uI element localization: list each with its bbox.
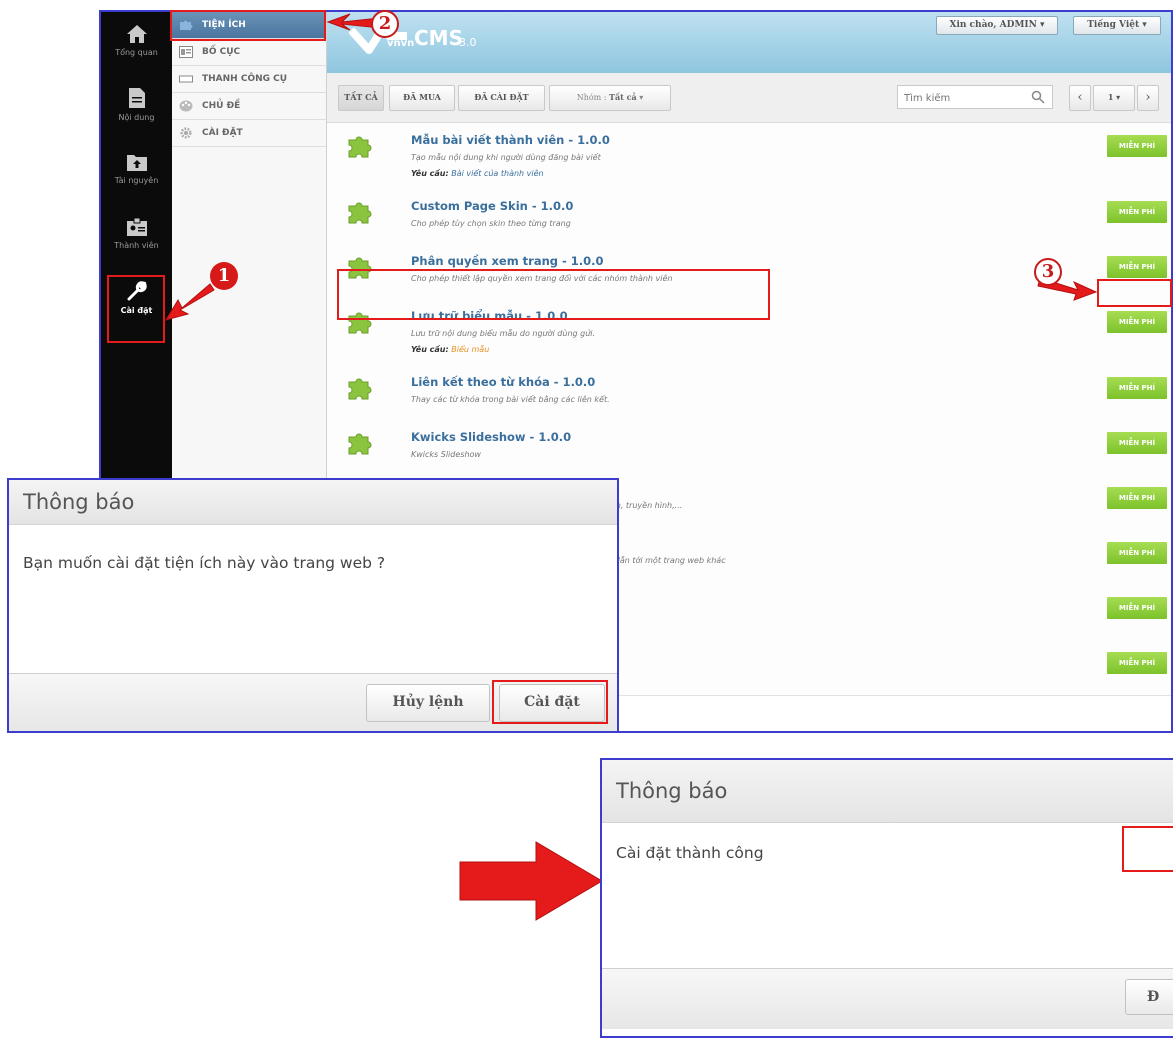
cancel-button[interactable]: Hủy lệnh [366,684,490,722]
step-badge-2: 2 [371,10,399,38]
step-badge-3: 3 [1034,258,1062,286]
highlight-ok-button [1122,826,1173,872]
dialog-title: Thông báo [602,760,1173,823]
dialog-footer: Đ [602,968,1173,1029]
step-badge-1: 1 [210,262,238,290]
dialog-title: Thông báo [9,480,617,525]
highlight-install-button [492,680,608,724]
dialog-message: Bạn muốn cài đặt tiện ích này vào trang … [23,554,386,572]
dialog-message: Cài đặt thành công [616,844,764,862]
ok-button[interactable]: Đ [1125,979,1173,1015]
success-dialog: Thông báo Cài đặt thành công Đ [600,758,1173,1038]
